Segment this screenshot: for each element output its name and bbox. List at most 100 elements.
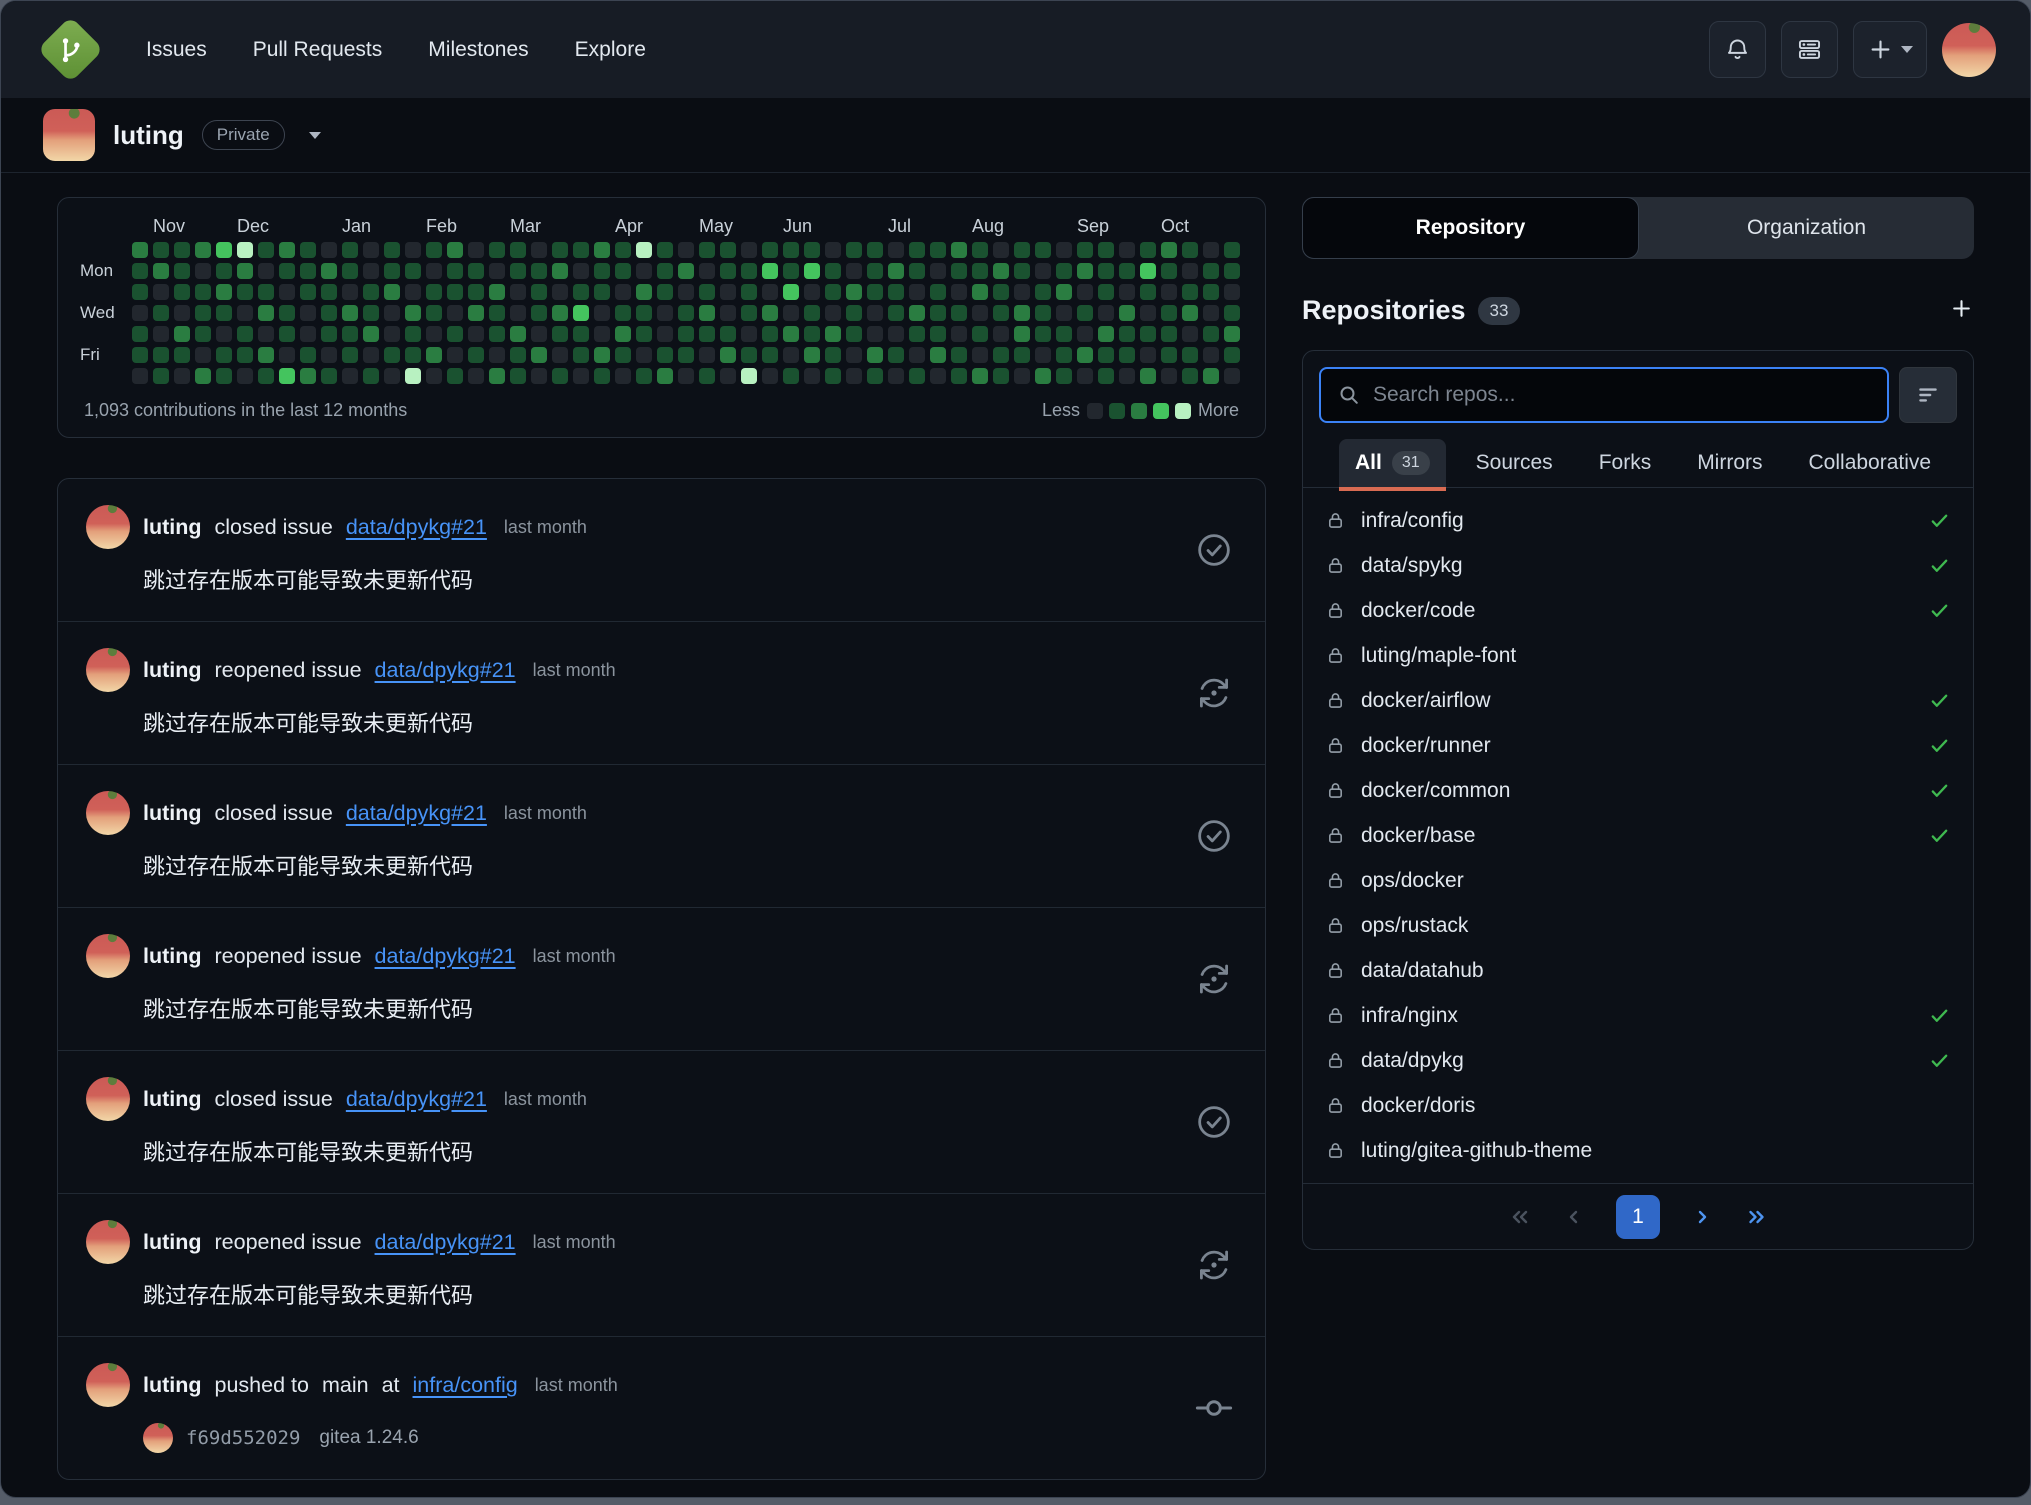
- feed-target-link[interactable]: data/dpykg#21: [375, 1230, 516, 1255]
- heatmap-cell[interactable]: [510, 305, 526, 321]
- heatmap-cell[interactable]: [1119, 284, 1135, 300]
- heatmap-cell[interactable]: [888, 368, 904, 384]
- heatmap-cell[interactable]: [594, 284, 610, 300]
- heatmap-cell[interactable]: [867, 305, 883, 321]
- heatmap-cell[interactable]: [993, 263, 1009, 279]
- feed-target-link[interactable]: data/dpykg#21: [346, 801, 487, 826]
- heatmap-cell[interactable]: [321, 368, 337, 384]
- heatmap-cell[interactable]: [342, 305, 358, 321]
- heatmap-cell[interactable]: [510, 326, 526, 342]
- heatmap-cell[interactable]: [1203, 263, 1219, 279]
- heatmap-cell[interactable]: [972, 263, 988, 279]
- heatmap-cell[interactable]: [1182, 368, 1198, 384]
- heatmap-cell[interactable]: [993, 305, 1009, 321]
- ci-success-check-icon[interactable]: [1928, 689, 1951, 712]
- heatmap-cell[interactable]: [300, 284, 316, 300]
- heatmap-cell[interactable]: [258, 284, 274, 300]
- heatmap-cell[interactable]: [153, 347, 169, 363]
- repo-row[interactable]: luting/maple-font: [1319, 633, 1957, 678]
- heatmap-cell[interactable]: [1056, 263, 1072, 279]
- feed-actor[interactable]: luting: [143, 515, 202, 540]
- heatmap-cell[interactable]: [678, 284, 694, 300]
- repo-row[interactable]: docker/code: [1319, 588, 1957, 633]
- heatmap-cell[interactable]: [1140, 284, 1156, 300]
- repo-name-link[interactable]: docker/doris: [1361, 1094, 1475, 1118]
- heatmap-cell[interactable]: [174, 305, 190, 321]
- heatmap-cell[interactable]: [720, 347, 736, 363]
- heatmap-cell[interactable]: [1224, 263, 1240, 279]
- heatmap-cell[interactable]: [279, 368, 295, 384]
- next-page-button[interactable]: [1690, 1205, 1714, 1229]
- feed-target-link[interactable]: data/dpykg#21: [346, 1087, 487, 1112]
- heatmap-cell[interactable]: [279, 326, 295, 342]
- heatmap-cell[interactable]: [909, 326, 925, 342]
- heatmap-cell[interactable]: [741, 284, 757, 300]
- heatmap-cell[interactable]: [279, 263, 295, 279]
- heatmap-cell[interactable]: [1119, 368, 1135, 384]
- heatmap-cell[interactable]: [195, 347, 211, 363]
- heatmap-cell[interactable]: [531, 263, 547, 279]
- heatmap-cell[interactable]: [762, 326, 778, 342]
- heatmap-cell[interactable]: [888, 263, 904, 279]
- heatmap-cell[interactable]: [1161, 242, 1177, 258]
- repo-name-link[interactable]: data/spykg: [1361, 554, 1463, 578]
- repo-row[interactable]: ops/docker: [1319, 858, 1957, 903]
- heatmap-cell[interactable]: [321, 326, 337, 342]
- feed-actor[interactable]: luting: [143, 1087, 202, 1112]
- heatmap-cell[interactable]: [1140, 242, 1156, 258]
- heatmap-cell[interactable]: [1182, 263, 1198, 279]
- heatmap-cell[interactable]: [993, 242, 1009, 258]
- repo-row[interactable]: docker/airflow: [1319, 678, 1957, 723]
- repo-name-link[interactable]: docker/airflow: [1361, 689, 1491, 713]
- repo-name-link[interactable]: data/dpykg: [1361, 1049, 1464, 1073]
- heatmap-cell[interactable]: [720, 368, 736, 384]
- heatmap-cell[interactable]: [342, 242, 358, 258]
- heatmap-cell[interactable]: [552, 326, 568, 342]
- heatmap-cell[interactable]: [846, 347, 862, 363]
- last-page-button[interactable]: [1744, 1205, 1768, 1229]
- heatmap-cell[interactable]: [258, 347, 274, 363]
- heatmap-cell[interactable]: [720, 242, 736, 258]
- repo-name-link[interactable]: luting/maple-font: [1361, 644, 1516, 668]
- heatmap-cell[interactable]: [405, 347, 421, 363]
- heatmap-cell[interactable]: [867, 242, 883, 258]
- heatmap-cell[interactable]: [132, 347, 148, 363]
- heatmap-cell[interactable]: [1119, 263, 1135, 279]
- heatmap-cell[interactable]: [426, 305, 442, 321]
- heatmap-cell[interactable]: [657, 326, 673, 342]
- heatmap-cell[interactable]: [1203, 305, 1219, 321]
- heatmap-cell[interactable]: [762, 242, 778, 258]
- repo-name-link[interactable]: docker/code: [1361, 599, 1475, 623]
- heatmap-cell[interactable]: [447, 305, 463, 321]
- heatmap-cell[interactable]: [363, 368, 379, 384]
- heatmap-cell[interactable]: [720, 263, 736, 279]
- heatmap-cell[interactable]: [1182, 284, 1198, 300]
- heatmap-cell[interactable]: [741, 242, 757, 258]
- feed-branch[interactable]: main: [322, 1373, 369, 1398]
- heatmap-cell[interactable]: [1014, 263, 1030, 279]
- heatmap-cell[interactable]: [153, 368, 169, 384]
- heatmap-cell[interactable]: [867, 326, 883, 342]
- heatmap-cell[interactable]: [237, 347, 253, 363]
- heatmap-cell[interactable]: [783, 326, 799, 342]
- heatmap-cell[interactable]: [594, 326, 610, 342]
- heatmap-cell[interactable]: [195, 263, 211, 279]
- heatmap-cell[interactable]: [216, 347, 232, 363]
- heatmap-cell[interactable]: [594, 305, 610, 321]
- heatmap-cell[interactable]: [594, 368, 610, 384]
- heatmap-cell[interactable]: [1035, 242, 1051, 258]
- heatmap-cell[interactable]: [300, 347, 316, 363]
- heatmap-cell[interactable]: [678, 263, 694, 279]
- heatmap-cell[interactable]: [237, 368, 253, 384]
- heatmap-cell[interactable]: [699, 263, 715, 279]
- heatmap-cell[interactable]: [405, 326, 421, 342]
- repo-row[interactable]: data/dpykg: [1319, 1038, 1957, 1083]
- heatmap-cell[interactable]: [1161, 368, 1177, 384]
- notifications-button[interactable]: [1709, 21, 1766, 78]
- heatmap-cell[interactable]: [762, 284, 778, 300]
- heatmap-cell[interactable]: [489, 263, 505, 279]
- heatmap-cell[interactable]: [237, 305, 253, 321]
- heatmap-cell[interactable]: [720, 305, 736, 321]
- heatmap-cell[interactable]: [447, 326, 463, 342]
- heatmap-cell[interactable]: [321, 242, 337, 258]
